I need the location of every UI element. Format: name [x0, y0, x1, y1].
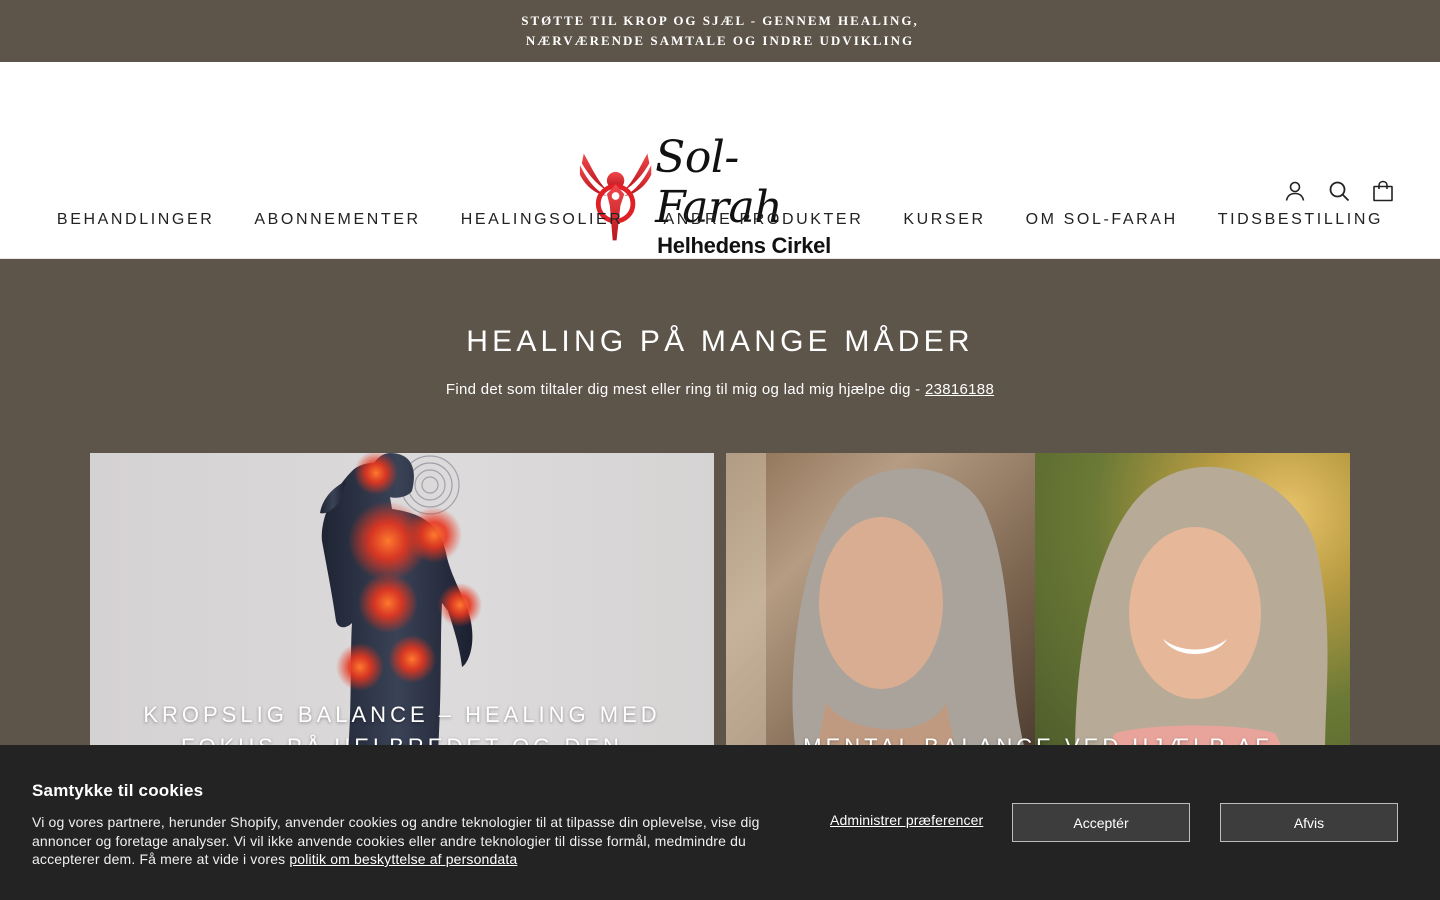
nav-healingsolier[interactable]: HEALINGSOLIER	[441, 208, 644, 232]
announcement-bar: STØTTE TIL KROP OG SJÆL - GENNEM HEALING…	[0, 0, 1440, 62]
nav-behandlinger[interactable]: BEHANDLINGER	[37, 208, 234, 232]
logo-subtitle: Helhedens Cirkel	[657, 233, 831, 258]
site-header: Sol-Farah Helhedens Cirkel BEHANDLINGER …	[0, 62, 1440, 259]
manage-preferences-link[interactable]: Administrer præferencer	[830, 812, 983, 828]
nav-kurser[interactable]: KURSER	[883, 208, 1005, 232]
section-title: HEALING PÅ MANGE MÅDER	[466, 325, 974, 358]
phone-link[interactable]: 23816188	[925, 381, 994, 398]
card-body-balance[interactable]: KROPSLIG BALANCE – HEALING MED FOKUS PÅ …	[90, 453, 714, 753]
account-icon[interactable]	[1284, 180, 1306, 202]
cart-icon[interactable]	[1372, 180, 1394, 202]
logo-text: Sol-Farah Helhedens Cirkel	[655, 133, 858, 259]
smiling-woman-image	[1035, 453, 1350, 753]
main-nav: BEHANDLINGER ABONNEMENTER HEALINGSOLIER …	[0, 208, 1440, 232]
privacy-policy-link[interactable]: politik om beskyttelse af persondata	[289, 851, 517, 867]
card-mental-balance[interactable]: MENTAL BALANCE VED HJÆLP AF	[726, 453, 1350, 753]
nav-abonnementer[interactable]: ABONNEMENTER	[234, 208, 440, 232]
nav-tidsbestilling[interactable]: TIDSBESTILLING	[1198, 208, 1403, 232]
subtitle-text: Find det som tiltaler dig mest eller rin…	[445, 381, 925, 398]
nav-om-sol-farah[interactable]: OM SOL-FARAH	[1006, 208, 1198, 232]
sad-woman-image	[726, 453, 1035, 753]
header-icons	[1284, 180, 1394, 202]
cookie-banner: Samtykke til cookies Vi og vores partner…	[0, 745, 1440, 900]
nav-andre-produkter[interactable]: ANDRE PRODUKTER	[643, 208, 883, 232]
search-icon[interactable]	[1328, 180, 1350, 202]
decline-button[interactable]: Afvis	[1220, 803, 1398, 842]
accept-button[interactable]: Acceptér	[1012, 803, 1190, 842]
cookie-text: Vi og vores partnere, herunder Shopify, …	[32, 813, 772, 869]
section-subtitle: Find det som tiltaler dig mest eller rin…	[0, 379, 1440, 401]
cookie-title: Samtykke til cookies	[32, 781, 204, 800]
announcement-text: STØTTE TIL KROP OG SJÆL - GENNEM HEALING…	[521, 13, 919, 48]
